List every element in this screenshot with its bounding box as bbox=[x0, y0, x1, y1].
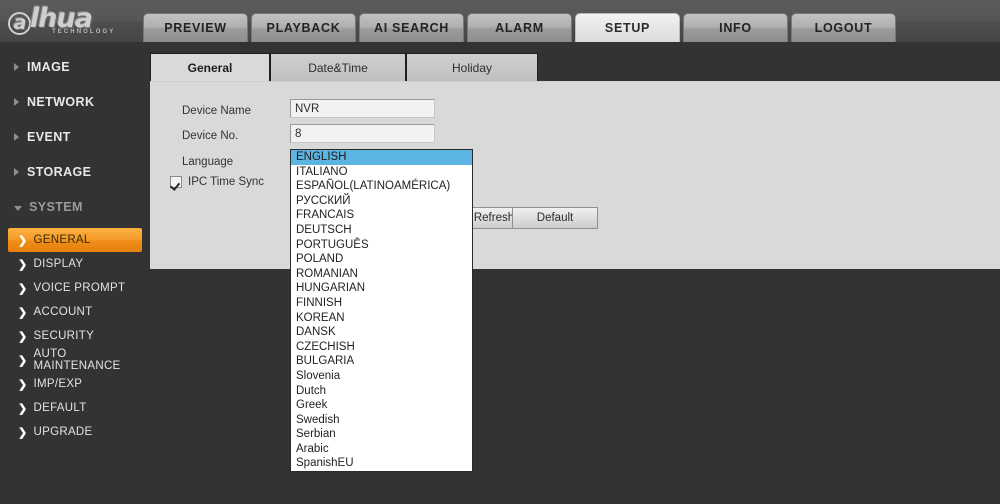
sidebar-item-storage[interactable]: STORAGE bbox=[0, 160, 148, 184]
language-dropdown-list[interactable]: ENGLISH ITALIANO ESPAÑOL(LATINOAMÉRICA) РУС… bbox=[290, 149, 473, 473]
language-option[interactable]: FRANCAIS bbox=[291, 208, 472, 223]
chevron-right-icon: ❯ bbox=[18, 354, 28, 367]
chevron-right-icon: ❯ bbox=[18, 258, 28, 271]
sidebar-item-network[interactable]: NETWORK bbox=[0, 90, 148, 114]
chevron-right-icon: ❯ bbox=[18, 306, 28, 319]
language-option[interactable]: BULGARIA bbox=[291, 354, 472, 369]
language-option[interactable]: DEUTSCH bbox=[291, 223, 472, 238]
chevron-right-icon: ❯ bbox=[18, 402, 28, 415]
language-option[interactable]: POLAND bbox=[291, 252, 472, 267]
chevron-right-icon: ❯ bbox=[18, 426, 28, 439]
sidebar-label-storage: STORAGE bbox=[27, 165, 92, 179]
sidebar-label-network: NETWORK bbox=[27, 95, 95, 109]
sidebar-label-imp-exp: IMP/EXP bbox=[33, 378, 83, 390]
chevron-right-icon: ❯ bbox=[18, 330, 28, 343]
chevron-right-icon bbox=[14, 98, 19, 106]
language-option[interactable]: CZECHISH bbox=[291, 340, 472, 355]
content-tab-strip: General Date&Time Holiday bbox=[150, 53, 538, 81]
sidebar-label-auto-maintenance: AUTO MAINTENANCE bbox=[33, 348, 121, 372]
language-option[interactable]: Arabic bbox=[291, 442, 472, 457]
chevron-down-icon bbox=[14, 205, 22, 211]
sidebar-item-event[interactable]: EVENT bbox=[0, 125, 148, 149]
chevron-right-icon bbox=[14, 63, 19, 71]
sidebar-item-default[interactable]: ❯ DEFAULT bbox=[8, 396, 142, 420]
language-option[interactable]: Serbian bbox=[291, 427, 472, 442]
language-option[interactable]: SpanishEU bbox=[291, 456, 472, 471]
language-option[interactable]: KOREAN bbox=[291, 311, 472, 326]
sidebar: IMAGE NETWORK EVENT STORAGE SYSTEM ❯ GEN… bbox=[0, 42, 148, 504]
tab-general[interactable]: General bbox=[150, 53, 270, 81]
sidebar-item-general[interactable]: ❯ GENERAL bbox=[8, 228, 142, 252]
language-option[interactable]: FINNISH bbox=[291, 296, 472, 311]
sidebar-item-imp-exp[interactable]: ❯ IMP/EXP bbox=[8, 372, 142, 396]
ipc-time-sync-label: IPC Time Sync bbox=[188, 176, 265, 188]
language-option[interactable]: Slovenia bbox=[291, 369, 472, 384]
sidebar-item-upgrade[interactable]: ❯ UPGRADE bbox=[8, 420, 142, 444]
sidebar-label-default: DEFAULT bbox=[33, 402, 87, 414]
tab-date-time[interactable]: Date&Time bbox=[270, 53, 406, 81]
nav-tab-info[interactable]: INFO bbox=[683, 13, 788, 42]
default-button[interactable]: Default bbox=[512, 207, 598, 229]
device-name-input[interactable] bbox=[290, 99, 435, 118]
logo-tagline: TECHNOLOGY bbox=[52, 29, 116, 35]
sidebar-label-upgrade: UPGRADE bbox=[33, 426, 93, 438]
chevron-right-icon bbox=[14, 168, 19, 176]
chevron-right-icon bbox=[14, 133, 19, 141]
general-settings-panel: Device Name Device No. Language Refresh … bbox=[150, 81, 1000, 269]
top-bar: a lhua TECHNOLOGY PREVIEW PLAYBACK AI SEA… bbox=[0, 0, 1000, 42]
language-option[interactable]: PORTUGUÊS bbox=[291, 238, 472, 253]
sidebar-label-system: SYSTEM bbox=[29, 200, 83, 214]
ipc-time-sync-checkbox[interactable] bbox=[170, 176, 182, 188]
dahua-logo: a lhua TECHNOLOGY bbox=[8, 3, 140, 39]
sidebar-label-display: DISPLAY bbox=[33, 258, 84, 270]
language-option[interactable]: ITALIANO bbox=[291, 165, 472, 180]
sidebar-label-image: IMAGE bbox=[27, 60, 70, 74]
sidebar-label-voice-prompt: VOICE PROMPT bbox=[33, 282, 126, 294]
nav-tab-preview[interactable]: PREVIEW bbox=[143, 13, 248, 42]
device-name-label: Device Name bbox=[182, 105, 252, 117]
sidebar-item-image[interactable]: IMAGE bbox=[0, 55, 148, 79]
tab-holiday[interactable]: Holiday bbox=[406, 53, 538, 81]
sidebar-label-general: GENERAL bbox=[33, 234, 91, 246]
logo-at-icon: a bbox=[8, 12, 31, 35]
language-option[interactable]: ROMANIAN bbox=[291, 267, 472, 282]
chevron-right-icon: ❯ bbox=[18, 282, 28, 295]
language-option[interactable]: ENGLISH bbox=[291, 150, 472, 165]
language-row: Language bbox=[182, 152, 233, 172]
sidebar-label-event: EVENT bbox=[27, 130, 71, 144]
sidebar-item-auto-maintenance[interactable]: ❯ AUTO MAINTENANCE bbox=[8, 348, 142, 372]
language-option[interactable]: РУССКИЙ bbox=[291, 194, 472, 209]
sidebar-item-voice-prompt[interactable]: ❯ VOICE PROMPT bbox=[8, 276, 142, 300]
sidebar-item-system[interactable]: SYSTEM bbox=[0, 195, 148, 219]
nav-tab-logout[interactable]: LOGOUT bbox=[791, 13, 896, 42]
device-no-row: Device No. bbox=[182, 126, 238, 146]
language-option[interactable]: HUNGARIAN bbox=[291, 281, 472, 296]
device-no-label: Device No. bbox=[182, 130, 239, 142]
sidebar-label-account: ACCOUNT bbox=[33, 306, 93, 318]
language-option[interactable]: Dutch bbox=[291, 384, 472, 399]
sidebar-label-security: SECURITY bbox=[33, 330, 95, 342]
language-option[interactable]: DANSK bbox=[291, 325, 472, 340]
main-navigation: PREVIEW PLAYBACK AI SEARCH ALARM SETUP I… bbox=[143, 13, 899, 42]
sidebar-item-security[interactable]: ❯ SECURITY bbox=[8, 324, 142, 348]
device-name-row: Device Name bbox=[182, 101, 251, 121]
device-no-input[interactable] bbox=[290, 124, 435, 143]
nav-tab-playback[interactable]: PLAYBACK bbox=[251, 13, 356, 42]
nav-tab-ai-search[interactable]: AI SEARCH bbox=[359, 13, 464, 42]
language-option[interactable]: Greek bbox=[291, 398, 472, 413]
language-option[interactable]: ESPAÑOL(LATINOAMÉRICA) bbox=[291, 179, 472, 194]
language-label: Language bbox=[182, 156, 234, 168]
sidebar-item-display[interactable]: ❯ DISPLAY bbox=[8, 252, 142, 276]
chevron-right-icon: ❯ bbox=[18, 378, 28, 391]
sidebar-item-account[interactable]: ❯ ACCOUNT bbox=[8, 300, 142, 324]
nav-tab-setup[interactable]: SETUP bbox=[575, 13, 680, 42]
ipc-time-sync-row[interactable]: IPC Time Sync bbox=[170, 176, 264, 188]
chevron-right-icon: ❯ bbox=[18, 234, 28, 247]
nav-tab-alarm[interactable]: ALARM bbox=[467, 13, 572, 42]
language-option[interactable]: Swedish bbox=[291, 413, 472, 428]
